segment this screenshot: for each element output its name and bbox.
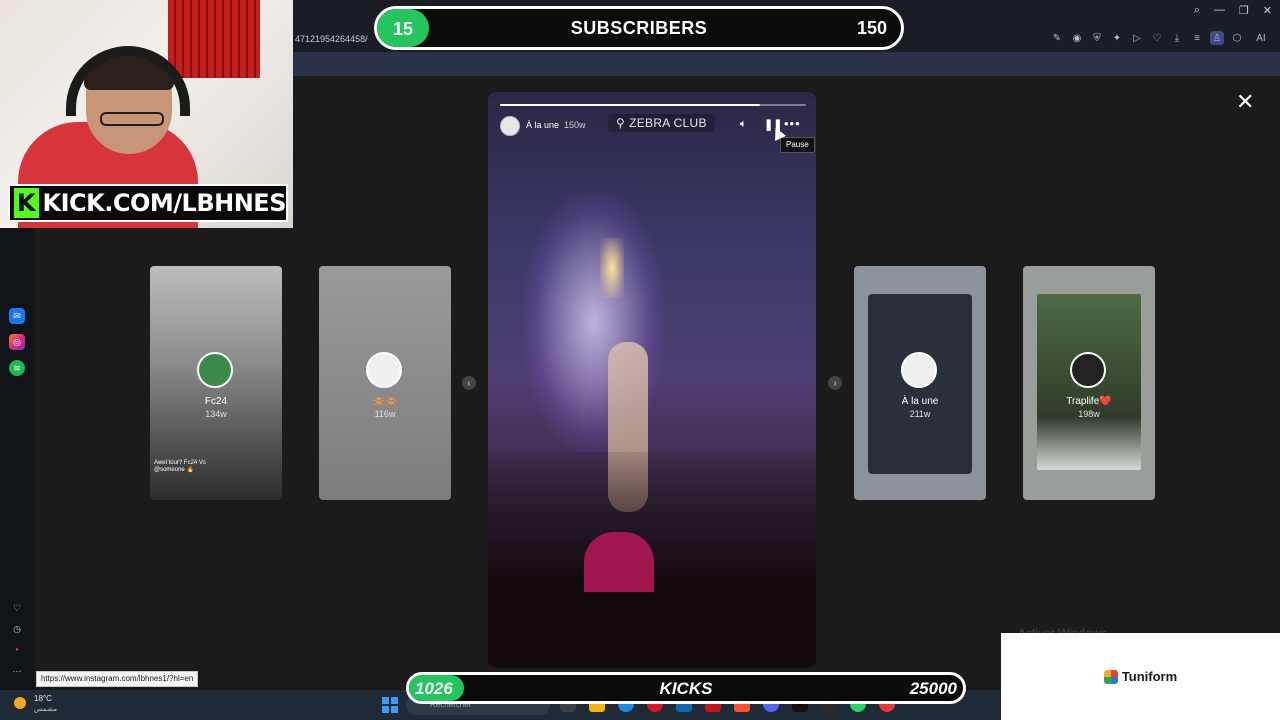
location-pin-icon: ⚲ [616,116,626,130]
next-story-button[interactable]: › [828,376,842,390]
thumbnail-age: 134w [205,409,227,419]
previous-story-button[interactable]: ‹ [462,376,476,390]
weather-sun-icon[interactable] [14,697,26,709]
kicks-goal-label: KICKS [659,679,713,698]
minimize-icon[interactable]: — [1214,4,1225,17]
download-icon[interactable]: ⤓ [1170,31,1184,45]
extension-icon[interactable]: ✦ [1110,31,1124,45]
avatar [1070,352,1106,388]
more-options-icon[interactable]: ••• [784,116,801,131]
pause-tooltip: Pause [780,137,815,153]
messenger-icon[interactable]: ✉ [9,308,25,324]
active-story[interactable]: À la une 150w ⚲ ZEBRA CLUB 🔈︎ ❚❚ ••• [488,92,816,668]
glasses [100,112,164,126]
story-thumbnail[interactable]: Fc24 134w Awel tour? Fc24 Vs @someone 🔥 [150,266,282,500]
window-controls: ⌕ — ❐ ✕ [1194,4,1272,17]
kicks-goal-target: 25000 [909,679,957,698]
record-icon[interactable]: ● [9,642,25,658]
page-header-bar [293,52,1280,76]
thumbnail-age: 116w [374,409,396,419]
weather-temperature: 18°C [34,694,52,703]
story-progress-fill [500,104,761,106]
avatar[interactable] [500,116,520,136]
heart-icon[interactable]: ♡ [1150,31,1164,45]
heart-icon[interactable]: ♡ [9,600,25,616]
close-story-button[interactable]: ✕ [1236,91,1254,113]
crowd-person [584,532,654,592]
story-location-label: ZEBRA CLUB [629,116,707,130]
history-icon[interactable]: ◷ [9,621,25,637]
extension-toolbar: ✎ ◉ ⛨ ✦ ▷ ♡ ⤓ ≡ ♙ ⬡ AI [1050,31,1272,45]
story-thumbnail[interactable]: Traplife❤️ 198w [1023,266,1155,500]
tuniform-overlay: Tuniform [1001,633,1280,720]
search-icon[interactable]: ⌕ [1194,4,1200,17]
avatar [197,352,233,388]
tuniform-logo-icon [1103,669,1118,684]
thumbnail-name: Traplife❤️ [1066,396,1112,407]
shield-icon[interactable]: ⛨ [1090,31,1104,45]
ai-label: AI [1256,32,1266,44]
camera-icon[interactable]: ◉ [1070,31,1084,45]
status-bar-link: https://www.instagram.com/lbhnes1/?hl=en [36,671,199,687]
menu-icon[interactable]: ≡ [1190,31,1204,45]
thumbnail-age: 211w [909,409,931,419]
profile-icon[interactable]: ♙ [1210,31,1224,45]
background-phonebooth [168,0,260,78]
thumbnail-name: À la une [901,396,939,407]
restore-icon[interactable]: ❐ [1239,4,1249,17]
start-button[interactable] [382,697,398,713]
kick-channel-banner: K KICK.COM/LBHNES [8,184,288,222]
avatar [901,352,937,388]
avatar [366,352,402,388]
close-window-icon[interactable]: ✕ [1263,4,1272,17]
story-location[interactable]: ⚲ ZEBRA CLUB [608,114,715,132]
ai-icon[interactable]: AI [1250,31,1272,45]
box-icon[interactable]: ⬡ [1230,31,1244,45]
weather-description: مشمس [34,706,57,713]
play-icon[interactable]: ▷ [1130,31,1144,45]
kick-logo: K [14,188,39,218]
edit-icon[interactable]: ✎ [1050,31,1064,45]
story-age: 150w [564,120,586,130]
instagram-icon[interactable]: ◎ [9,334,25,350]
webcam-overlay: K KICK.COM/LBHNES [0,0,293,228]
more-icon[interactable]: ⋯ [9,663,25,679]
address-bar-text[interactable]: 47121954264458/ [295,34,368,44]
thumbnail-caption: Awel tour? Fc24 Vs @someone 🔥 [154,460,206,473]
story-thumbnail[interactable]: À la une 211w [854,266,986,500]
thumbnail-name: Fc24 [204,396,228,407]
story-username[interactable]: À la une [526,120,559,130]
chandelier [600,238,624,298]
subscriber-goal-target: 150 [856,18,887,38]
spotify-icon[interactable]: ≋ [9,360,25,376]
subscriber-goal-bar: 15 SUBSCRIBERS 150 [374,6,904,50]
tuniform-name: Tuniform [1121,669,1178,684]
subscriber-goal-label: SUBSCRIBERS [570,18,708,38]
kicks-goal-bar: 1026 KICKS 25000 [406,672,966,704]
thumbnail-name: 🙈🙈 [372,396,398,407]
story-thumbnail[interactable]: 🙈🙈 116w [319,266,451,500]
browser-sidebar: ✉ ◎ ≋ ♡ ◷ ● ⋯ [0,228,34,690]
volume-icon[interactable]: 🔈︎ [740,118,747,131]
kick-url: KICK.COM/LBHNES [42,189,287,217]
story-progress-bar [500,104,806,106]
thumbnail-age: 198w [1078,409,1100,419]
